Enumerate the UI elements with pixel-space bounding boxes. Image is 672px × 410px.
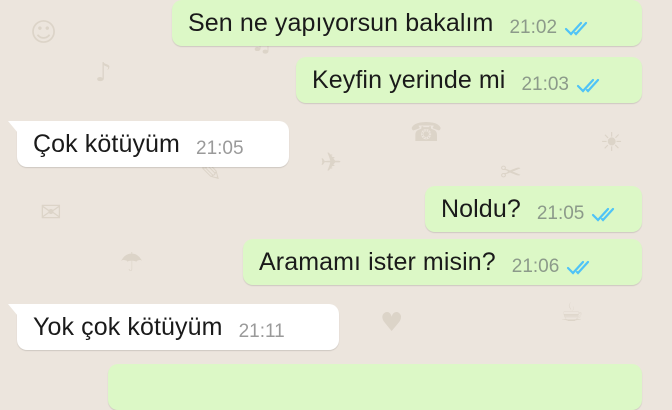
doodle-icon: ✉	[40, 198, 62, 228]
message-text: Sen ne yapıyorsun bakalım	[188, 8, 494, 37]
message-time: 21:11	[238, 321, 285, 342]
doodle-icon: ✈	[320, 148, 342, 178]
double-check-icon	[575, 76, 603, 94]
message-outgoing[interactable]: Sen ne yapıyorsun bakalım 21:02	[172, 0, 642, 46]
double-check-icon	[590, 205, 618, 223]
message-outgoing[interactable]: Keyfin yerinde mi 21:03	[296, 57, 642, 103]
message-outgoing[interactable]: Noldu? 21:05	[425, 186, 642, 232]
doodle-icon: ☂	[120, 248, 144, 278]
message-text: Noldu?	[441, 194, 521, 223]
message-meta: 21:06	[512, 256, 594, 278]
doodle-icon: ☎	[410, 118, 443, 148]
message-time: 21:05	[536, 203, 585, 224]
message-incoming[interactable]: Yok çok kötüyüm 21:11	[8, 304, 339, 350]
message-meta: 21:02	[509, 17, 591, 39]
message-text: Aramamı ister misin?	[259, 247, 496, 276]
doodle-icon: ☺	[30, 18, 58, 48]
message-outgoing[interactable]: Aramamı ister misin? 21:06	[243, 239, 642, 285]
message-meta: 21:11	[239, 321, 285, 343]
message-text: Keyfin yerinde mi	[312, 65, 506, 94]
doodle-icon: ✂	[500, 158, 522, 188]
double-check-icon	[565, 258, 593, 276]
message-meta: 21:03	[521, 74, 603, 96]
message-text: Çok kötüyüm	[33, 129, 180, 158]
doodle-icon: ♪	[95, 58, 112, 88]
message-meta: 21:05	[537, 203, 619, 225]
message-time: 21:06	[511, 256, 560, 277]
doodle-icon: ☕	[560, 298, 584, 328]
doodle-icon: ♥	[380, 308, 404, 338]
message-text: Yok çok kötüyüm	[33, 312, 223, 341]
message-time: 21:02	[509, 17, 558, 38]
doodle-icon: ☀	[600, 128, 624, 158]
message-incoming[interactable]: Çok kötüyüm 21:05	[8, 121, 289, 167]
message-meta: 21:05	[196, 138, 244, 160]
message-time: 21:05	[196, 138, 244, 159]
double-check-icon	[563, 19, 591, 37]
message-time: 21:03	[521, 74, 569, 95]
message-outgoing-partial[interactable]	[108, 364, 642, 410]
